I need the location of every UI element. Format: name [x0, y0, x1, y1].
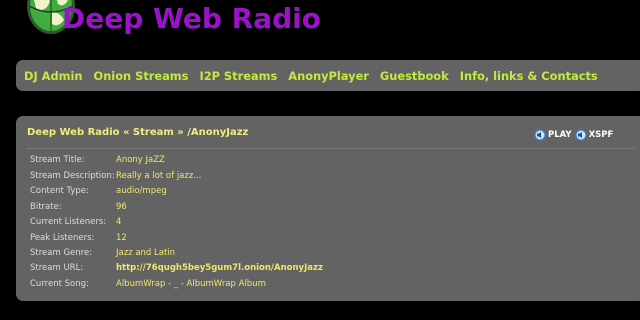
info-value: 12 — [116, 233, 127, 243]
info-label: Bitrate: — [30, 202, 62, 212]
info-value: AlbumWrap - _ - AlbumWrap Album — [116, 279, 266, 289]
info-label: Content Type: — [30, 186, 89, 196]
info-row-stream-url: Stream URL: http://76qugh5bey5gum7l.onio… — [30, 263, 323, 277]
info-label: Stream Genre: — [30, 248, 93, 258]
info-row-stream-title: Stream Title: Anony JaZZ — [30, 155, 165, 169]
xspf-label: XSPF — [588, 130, 614, 140]
info-row-content-type: Content Type: audio/mpeg — [30, 186, 167, 200]
play-button[interactable]: PLAY — [534, 129, 572, 141]
speaker-playlist-icon — [574, 129, 587, 141]
info-row-stream-genre: Stream Genre: Jazz and Latin — [30, 248, 175, 262]
nav-dj-admin[interactable]: DJ Admin — [24, 69, 83, 83]
info-row-stream-description: Stream Description: Really a lot of jazz… — [30, 171, 201, 185]
page: Deep Web Radio DJ Admin Onion Streams I2… — [0, 0, 640, 320]
info-row-bitrate: Bitrate: 96 — [30, 202, 127, 216]
nav-i2p-streams[interactable]: I2P Streams — [199, 69, 277, 83]
panel-divider — [26, 148, 635, 149]
stream-panel: Deep Web Radio « Stream » /AnonyJazz PLA… — [16, 116, 640, 301]
info-label: Stream Description: — [30, 171, 115, 181]
info-value: 96 — [116, 202, 127, 212]
info-row-current-listeners: Current Listeners: 4 — [30, 217, 121, 231]
play-label: PLAY — [548, 130, 572, 140]
info-label: Stream Title: — [30, 155, 85, 165]
panel-title: Deep Web Radio « Stream » /AnonyJazz — [27, 127, 249, 138]
info-value: audio/mpeg — [116, 186, 167, 196]
info-value: Anony JaZZ — [116, 155, 165, 165]
info-label: Current Song: — [30, 279, 89, 289]
speaker-play-icon — [534, 129, 546, 141]
info-row-peak-listeners: Peak Listeners: 12 — [30, 233, 127, 247]
stream-url-link[interactable]: http://76qugh5bey5gum7l.onion/AnonyJazz — [116, 263, 323, 277]
site-title[interactable]: Deep Web Radio — [62, 2, 321, 35]
nav-anonyplayer[interactable]: AnonyPlayer — [288, 69, 369, 83]
main-nav: DJ Admin Onion Streams I2P Streams Anony… — [16, 60, 640, 91]
panel-actions: PLAY XSPF — [534, 129, 616, 141]
nav-info-links-contacts[interactable]: Info, links & Contacts — [460, 69, 598, 83]
info-label: Current Listeners: — [30, 217, 107, 227]
xspf-button[interactable]: XSPF — [574, 129, 614, 141]
nav-guestbook[interactable]: Guestbook — [380, 69, 449, 83]
info-label: Peak Listeners: — [30, 233, 95, 243]
info-row-current-song: Current Song: AlbumWrap - _ - AlbumWrap … — [30, 279, 266, 293]
info-value: Really a lot of jazz... — [116, 171, 202, 181]
nav-onion-streams[interactable]: Onion Streams — [94, 69, 189, 83]
info-value: 4 — [116, 217, 122, 227]
info-value: Jazz and Latin — [116, 248, 176, 258]
info-label: Stream URL: — [30, 263, 84, 273]
